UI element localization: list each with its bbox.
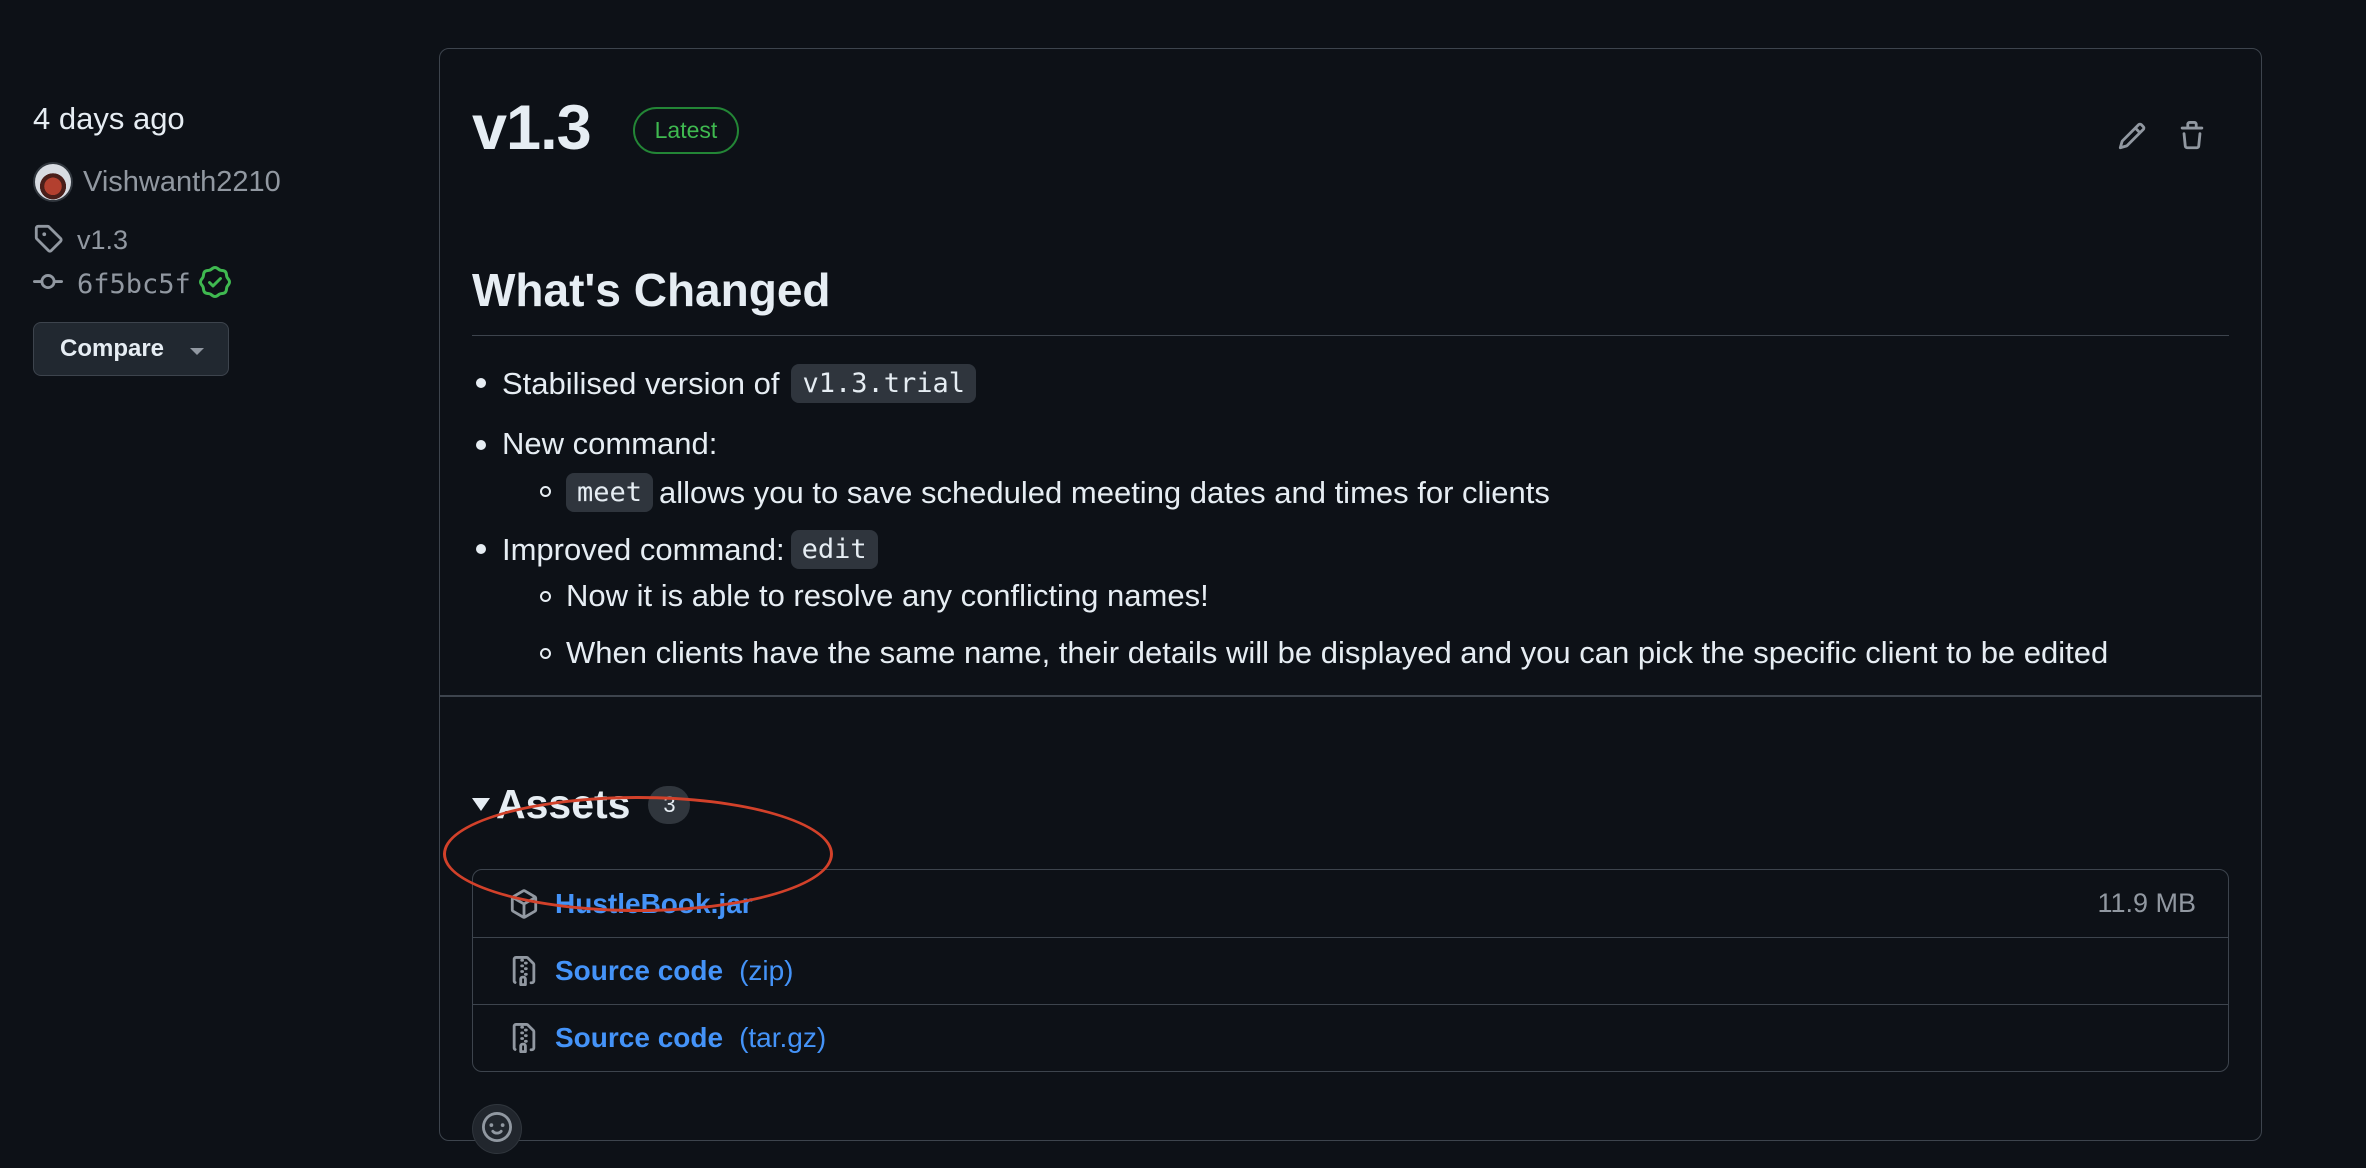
asset-link[interactable]: Source code bbox=[555, 1022, 723, 1054]
sub-list-item: Now it is able to resolve any conflictin… bbox=[540, 578, 1209, 614]
bullet-dot bbox=[476, 440, 486, 450]
list-item: Improved command: edit bbox=[476, 530, 884, 569]
caret-down-icon bbox=[190, 348, 204, 355]
file-zip-icon bbox=[507, 956, 541, 986]
add-reaction-button[interactable] bbox=[472, 1104, 522, 1154]
release-author[interactable]: Vishwanth2210 bbox=[33, 162, 281, 202]
verified-check-icon[interactable] bbox=[198, 266, 231, 303]
inline-code: edit bbox=[790, 530, 878, 569]
note-text: allows you to save scheduled meeting dat… bbox=[659, 474, 1550, 510]
compare-label: Compare bbox=[60, 335, 165, 362]
notes-heading: What's Changed bbox=[472, 263, 2229, 336]
asset-ext[interactable]: (zip) bbox=[739, 955, 793, 987]
list-item: New command: bbox=[476, 426, 718, 462]
bullet-circle bbox=[540, 486, 551, 497]
release-card: v1.3 Latest What's Changed Stabilised ve… bbox=[439, 48, 2262, 1154]
bullet-dot bbox=[476, 544, 486, 554]
release-header: v1.3 Latest bbox=[472, 97, 740, 160]
asset-row-zip[interactable]: Source code (zip) bbox=[473, 937, 2228, 1004]
asset-link[interactable]: Source code bbox=[555, 955, 723, 987]
list-item: Stabilised version of v1.3.trial bbox=[476, 364, 982, 403]
author-name[interactable]: Vishwanth2210 bbox=[83, 166, 281, 199]
sub-list-item: meet allows you to save scheduled meetin… bbox=[540, 473, 1550, 512]
bullet-circle bbox=[540, 591, 551, 602]
edit-release-button[interactable] bbox=[2115, 121, 2149, 155]
asset-ext[interactable]: (tar.gz) bbox=[739, 1022, 826, 1054]
release-tag[interactable]: v1.3 bbox=[33, 223, 128, 258]
trash-icon bbox=[2177, 120, 2207, 156]
note-text: Stabilised version of bbox=[502, 365, 780, 401]
release-date: 4 days ago bbox=[33, 101, 185, 136]
note-text: Now it is able to resolve any conflictin… bbox=[566, 578, 1209, 613]
file-zip-icon bbox=[507, 1023, 541, 1053]
section-divider bbox=[440, 695, 2261, 697]
commit-icon bbox=[33, 267, 63, 302]
smiley-icon bbox=[482, 1111, 512, 1147]
tag-label[interactable]: v1.3 bbox=[77, 225, 128, 256]
release-title[interactable]: v1.3 bbox=[472, 97, 592, 160]
compare-button[interactable]: Compare bbox=[33, 322, 229, 376]
sub-list-item: When clients have the same name, their d… bbox=[540, 635, 2109, 671]
latest-badge: Latest bbox=[632, 107, 740, 154]
asset-row-targz[interactable]: Source code (tar.gz) bbox=[473, 1004, 2228, 1071]
inline-code: v1.3.trial bbox=[791, 364, 976, 403]
note-text: New command: bbox=[502, 426, 718, 461]
delete-release-button[interactable] bbox=[2175, 120, 2209, 156]
release-actions bbox=[2115, 120, 2209, 156]
asset-size: 11.9 MB bbox=[2097, 888, 2196, 918]
bullet-circle bbox=[540, 648, 551, 659]
note-text: When clients have the same name, their d… bbox=[566, 635, 2109, 670]
bullet-dot bbox=[476, 378, 486, 388]
note-text: Improved command: bbox=[502, 531, 785, 567]
avatar[interactable] bbox=[33, 162, 73, 202]
triangle-down-icon bbox=[472, 798, 490, 811]
release-commit[interactable]: 6f5bc5f bbox=[33, 266, 231, 303]
tag-icon bbox=[33, 223, 63, 258]
inline-code: meet bbox=[566, 473, 654, 512]
pencil-icon bbox=[2117, 121, 2147, 156]
commit-sha[interactable]: 6f5bc5f bbox=[77, 269, 191, 300]
highlight-annotation bbox=[443, 796, 833, 912]
